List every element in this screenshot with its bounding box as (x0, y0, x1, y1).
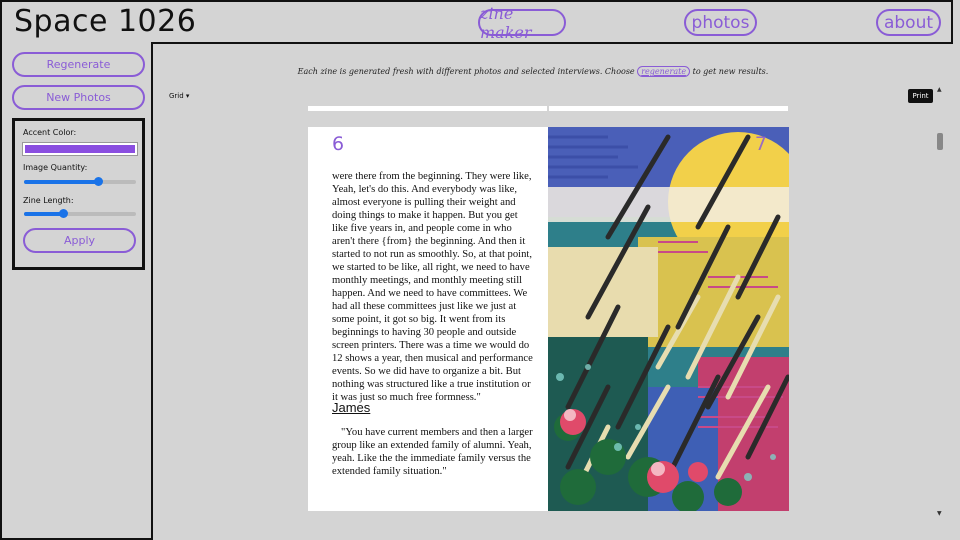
text-page: 6 were there from the beginning. They we… (308, 127, 548, 511)
intro-text: Each zine is generated fresh with differ… (153, 66, 913, 77)
slider-fill (24, 212, 64, 216)
main-content: Each zine is generated fresh with differ… (153, 44, 960, 540)
zine-length-label: Zine Length: (23, 196, 74, 205)
settings-panel: Accent Color: Image Quantity: Zine Lengt… (12, 118, 145, 270)
image-quantity-slider[interactable] (24, 177, 136, 186)
page-number-left: 6 (332, 133, 345, 155)
zine-spread: 6 were there from the beginning. They we… (308, 127, 789, 511)
intro-before: Each zine is generated fresh with differ… (297, 67, 635, 76)
new-photos-button[interactable]: New Photos (12, 85, 145, 110)
image-quantity-label: Image Quantity: (23, 163, 88, 172)
intro-after: to get new results. (692, 67, 769, 76)
nav-zine-maker[interactable]: zine maker (478, 4, 566, 42)
speaker-name: James (332, 400, 371, 415)
accent-color-picker[interactable] (22, 142, 138, 156)
print-button[interactable]: Print (908, 89, 933, 103)
zine-length-slider[interactable] (24, 209, 136, 218)
sidebar: Regenerate New Photos Accent Color: Imag… (0, 42, 153, 540)
accent-color-label: Accent Color: (23, 128, 77, 137)
scrollbar[interactable]: ▲ ▼ (936, 86, 944, 520)
scroll-up-arrow-icon[interactable]: ▲ (937, 86, 942, 93)
nav-about[interactable]: about (876, 9, 941, 36)
regenerate-link[interactable]: regenerate (637, 66, 691, 77)
scroll-thumb[interactable] (937, 133, 943, 150)
speaker-quote: "You have current members and then a lar… (332, 427, 533, 477)
scroll-down-arrow-icon[interactable]: ▼ (937, 510, 942, 517)
previous-spread-edge (308, 106, 788, 111)
artwork-image: 7 (548, 127, 789, 511)
slider-thumb[interactable] (59, 209, 69, 218)
nav-photos[interactable]: photos (684, 9, 757, 36)
interview-body-text: were there from the beginning. They were… (332, 171, 533, 403)
slider-thumb[interactable] (93, 177, 103, 186)
site-title[interactable]: Space 1026 (14, 4, 196, 39)
regenerate-button[interactable]: Regenerate (12, 52, 145, 77)
site-header: Space 1026 zine maker photos about (0, 0, 953, 44)
page-number-right: 7 (754, 133, 767, 155)
artwork-painting (548, 127, 789, 511)
slider-fill (24, 180, 98, 184)
apply-button[interactable]: Apply (23, 228, 136, 253)
view-mode-select[interactable]: Grid ▾ (169, 92, 189, 100)
